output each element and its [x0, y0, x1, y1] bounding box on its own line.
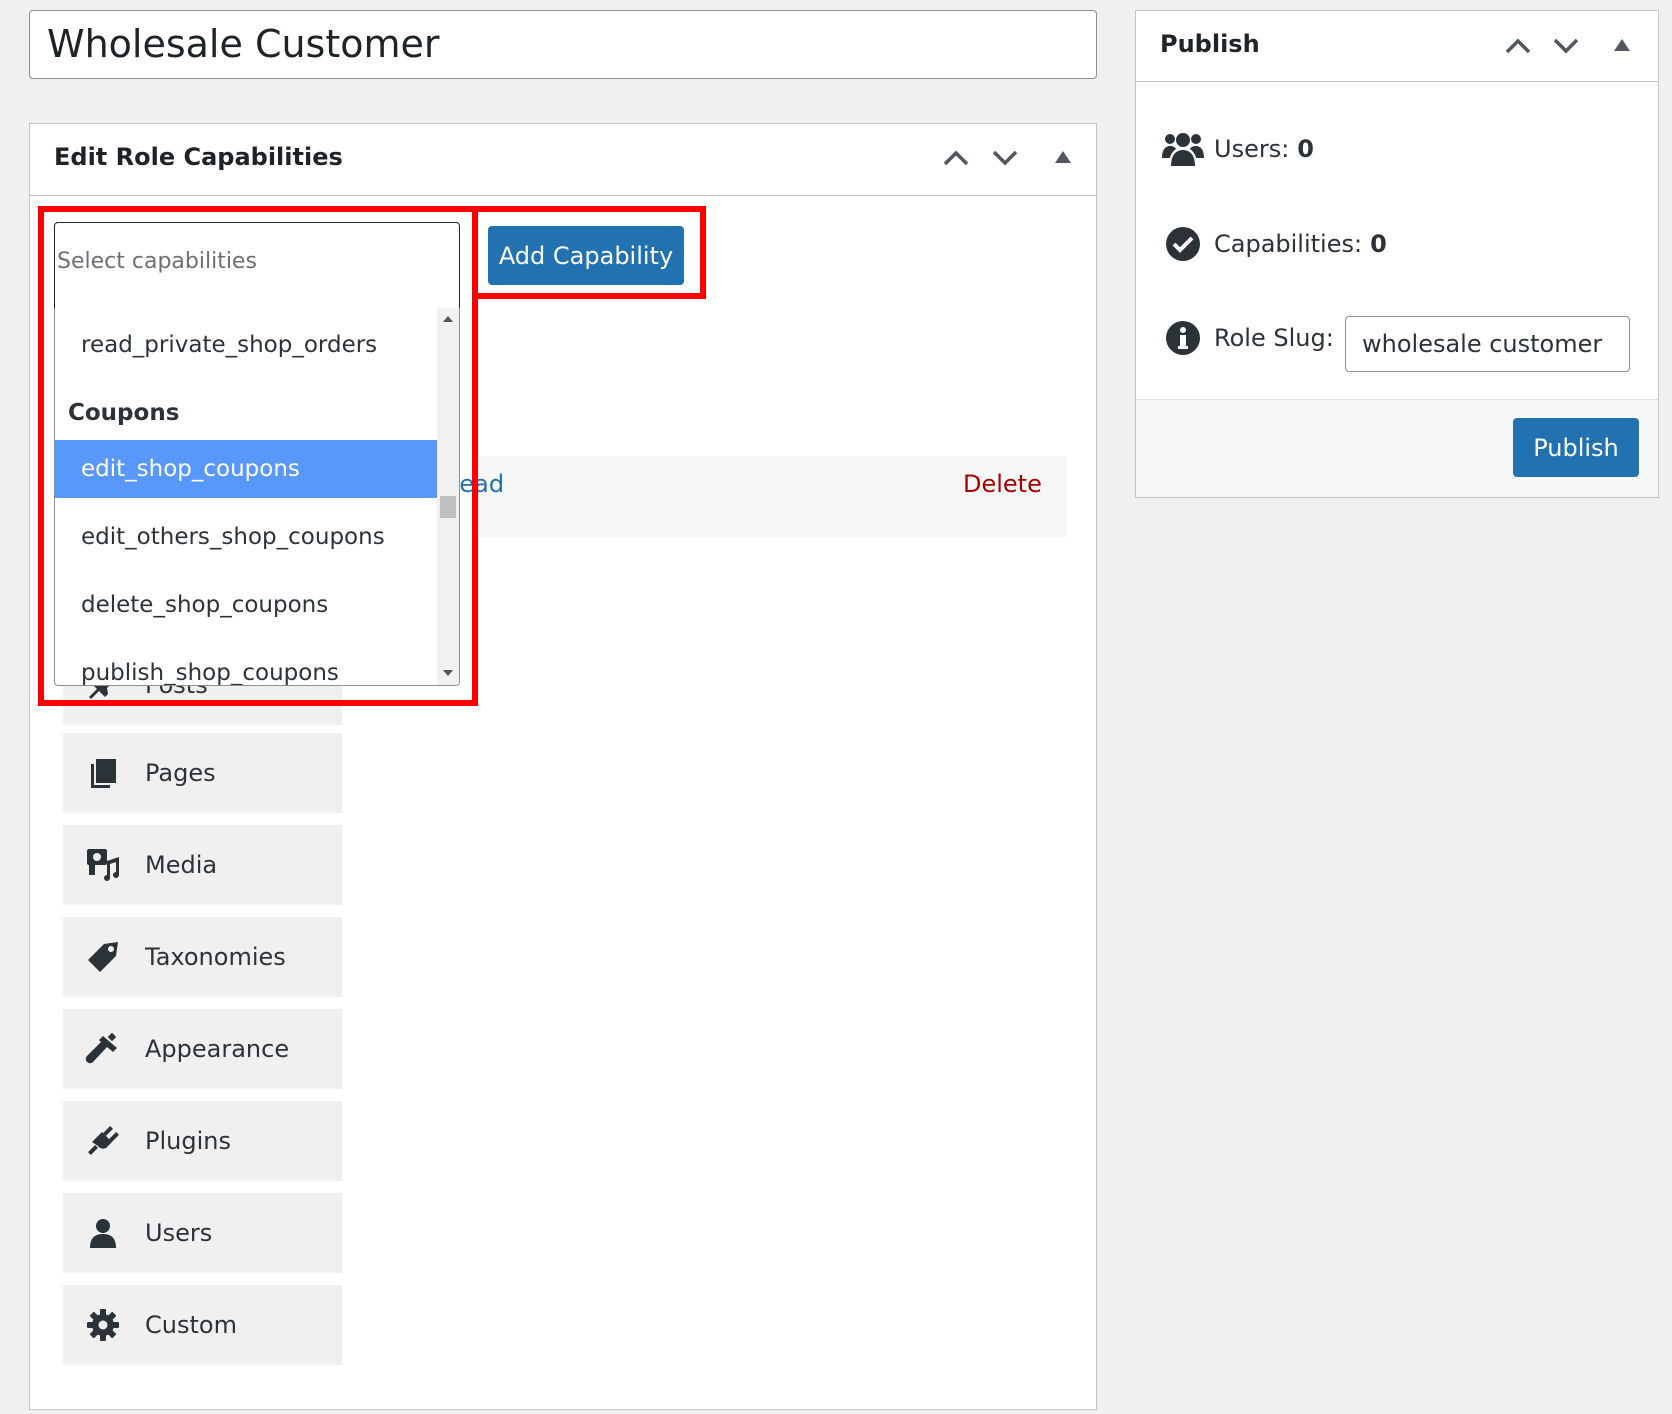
menu-item-users[interactable]: Users [63, 1193, 342, 1273]
gear-icon [83, 1305, 123, 1345]
postbox-title: Publish [1160, 30, 1260, 58]
move-up-icon[interactable] [1504, 36, 1532, 56]
media-icon [83, 845, 123, 885]
role-title-input[interactable]: Wholesale Customer [29, 10, 1097, 79]
menu-item-media[interactable]: Media [63, 825, 342, 905]
highlight-box-dropdown [38, 206, 478, 706]
menu-item-label: Custom [145, 1311, 237, 1339]
menu-item-label: Appearance [145, 1035, 290, 1063]
highlight-box-add-button [472, 206, 706, 299]
menu-item-plugins[interactable]: Plugins [63, 1101, 342, 1181]
users-count-row: Users: 0 [1162, 129, 1314, 169]
publish-button[interactable]: Publish [1513, 418, 1639, 477]
users-group-icon [1162, 129, 1204, 169]
capabilities-count: 0 [1370, 230, 1387, 258]
menu-item-label: Users [145, 1219, 213, 1247]
move-down-icon[interactable] [991, 148, 1019, 168]
users-label: Users: [1214, 135, 1290, 163]
toggle-panel-icon[interactable] [1613, 38, 1631, 52]
role-slug-input[interactable]: wholesale customer [1345, 316, 1630, 372]
menu-item-label: Pages [145, 759, 216, 787]
user-icon [83, 1213, 123, 1253]
postbox-header: Edit Role Capabilities [30, 124, 1096, 196]
users-count: 0 [1297, 135, 1314, 163]
menu-item-taxonomies[interactable]: Taxonomies [63, 917, 342, 997]
tag-icon [83, 937, 123, 977]
menu-item-label: Taxonomies [145, 943, 286, 971]
role-slug-label: Role Slug: [1214, 324, 1334, 352]
checkmark-circle-icon [1162, 224, 1204, 264]
info-icon [1162, 318, 1204, 358]
toggle-panel-icon[interactable] [1054, 150, 1072, 164]
menu-item-custom[interactable]: Custom [63, 1285, 342, 1365]
plugin-icon [83, 1121, 123, 1161]
publish-actions: Publish [1136, 399, 1658, 497]
postbox-title: Edit Role Capabilities [54, 143, 343, 171]
menu-item-appearance[interactable]: Appearance [63, 1009, 342, 1089]
delete-capability-link[interactable]: Delete [963, 470, 1042, 498]
move-up-icon[interactable] [942, 148, 970, 168]
capabilities-label: Capabilities: [1214, 230, 1363, 258]
capabilities-count-row: Capabilities: 0 [1162, 224, 1387, 264]
menu-item-pages[interactable]: Pages [63, 733, 342, 813]
menu-item-label: Media [145, 851, 218, 879]
menu-item-label: Plugins [145, 1127, 231, 1155]
paintbrush-icon [83, 1029, 123, 1069]
postbox-header: Publish [1136, 11, 1658, 82]
move-down-icon[interactable] [1552, 36, 1580, 56]
pages-icon [83, 753, 123, 793]
role-slug-row: Role Slug: [1162, 318, 1334, 358]
publish-box: Publish Users: 0 Capabilities: 0 Role Sl… [1135, 10, 1659, 498]
